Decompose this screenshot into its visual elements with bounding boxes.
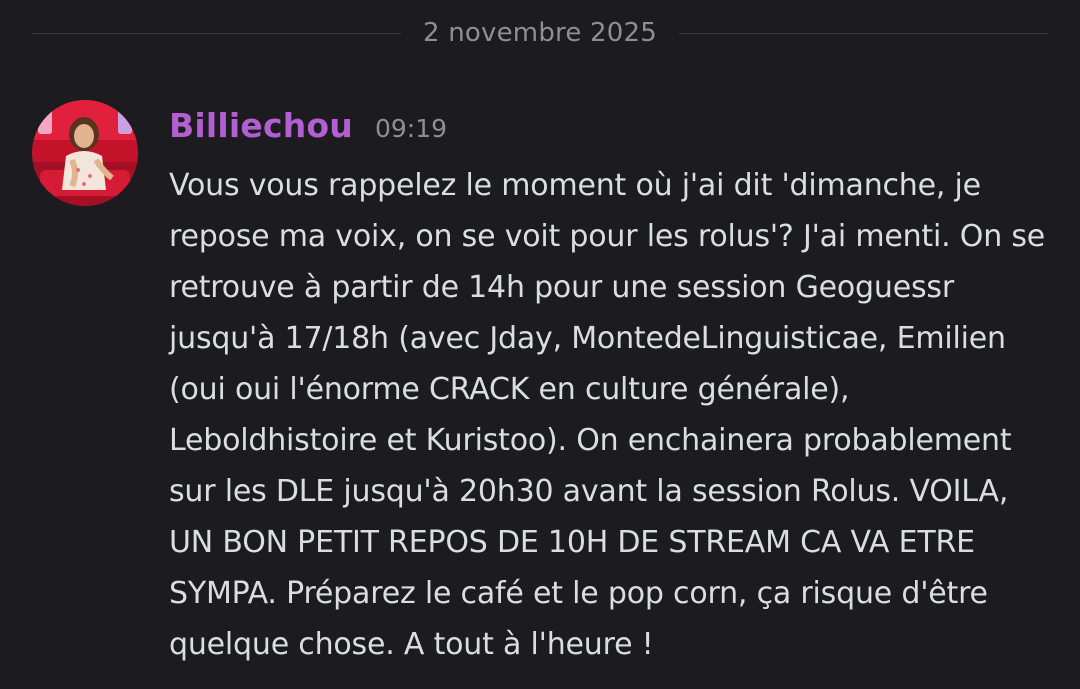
divider-line-right bbox=[678, 32, 1049, 34]
message-timestamp[interactable]: 09:19 bbox=[375, 114, 447, 143]
message-header: Billiechou 09:19 bbox=[169, 106, 1059, 156]
date-divider-label: 2 novembre 2025 bbox=[423, 18, 657, 48]
message-body: Billiechou 09:19 Vous vous rappelez le m… bbox=[169, 106, 1059, 670]
message-content: Vous vous rappelez le moment où j'ai dit… bbox=[169, 168, 1046, 662]
date-divider: 2 novembre 2025 bbox=[32, 12, 1049, 54]
author-name[interactable]: Billiechou bbox=[169, 106, 353, 145]
user-avatar[interactable] bbox=[32, 100, 138, 206]
avatar-image bbox=[32, 100, 138, 206]
divider-line-left bbox=[32, 32, 402, 34]
